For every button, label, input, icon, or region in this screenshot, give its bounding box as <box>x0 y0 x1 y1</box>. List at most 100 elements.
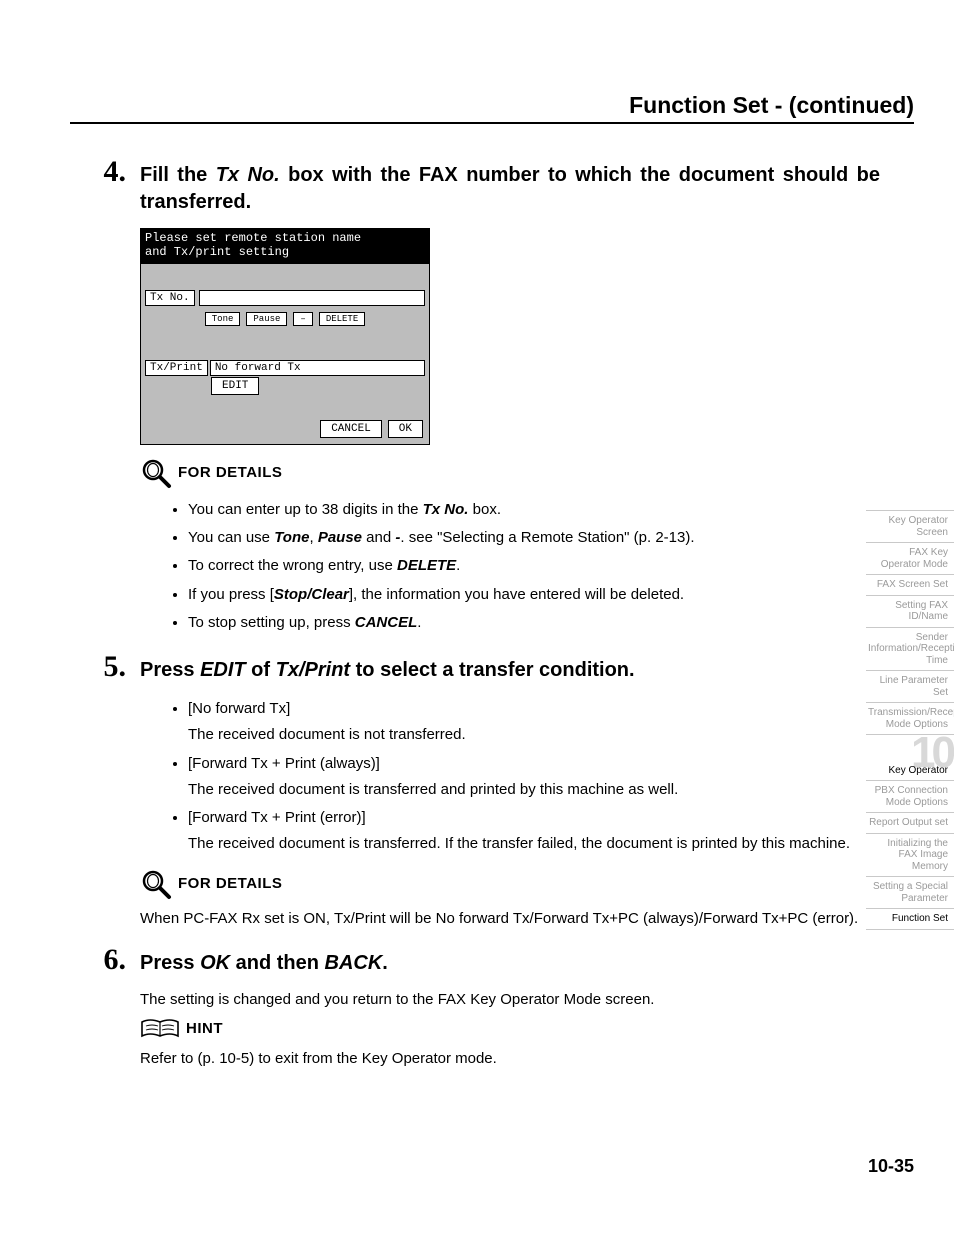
ok-button[interactable]: OK <box>388 420 423 438</box>
text-emph: CANCEL <box>355 614 418 631</box>
text: If you press [ <box>188 586 274 603</box>
step-5-number: 5. <box>88 650 140 684</box>
text: box. <box>468 501 501 518</box>
tone-button[interactable]: Tone <box>205 312 241 326</box>
hint-paragraph: Refer to (p. 10-5) to exit from the Key … <box>140 1048 880 1069</box>
step-5: 5. Press EDIT of Tx/Print to select a tr… <box>140 650 880 929</box>
chapter-label: Key Operator <box>889 765 948 776</box>
sidebar-chapter-tab[interactable]: 10 Key Operator <box>866 734 954 780</box>
text: and then <box>230 952 324 974</box>
option-body: The received document is transferred. If… <box>188 831 880 857</box>
hint-heading: HINT <box>140 1018 880 1040</box>
text: . <box>417 614 421 631</box>
text-emph: Tx/Print <box>276 659 350 681</box>
header-rule <box>70 122 914 124</box>
option-head: [No forward Tx] <box>188 700 290 717</box>
sidebar-tab[interactable]: Initializing the FAX Image Memory <box>866 833 954 877</box>
text-emph: Tx No. <box>423 501 469 518</box>
options-list-5: [No forward Tx] The received document is… <box>140 696 880 858</box>
details-list-4: You can enter up to 38 digits in the Tx … <box>140 497 880 636</box>
sidebar-tab[interactable]: Sender Information/Reception Time <box>866 627 954 671</box>
edit-button[interactable]: EDIT <box>211 377 259 395</box>
txno-input[interactable] <box>199 290 425 306</box>
option-body: The received document is transferred and… <box>188 777 880 803</box>
magnifier-icon <box>140 457 172 489</box>
sidebar-tab[interactable]: Setting a Special Parameter <box>866 876 954 908</box>
text: To correct the wrong entry, use <box>188 557 397 574</box>
text-emph: DELETE <box>397 557 456 574</box>
text: Fill the <box>140 164 216 186</box>
sidebar-tab[interactable]: FAX Screen Set <box>866 574 954 595</box>
page-header-title: Function Set - (continued) <box>629 92 914 119</box>
option-head: [Forward Tx + Print (always)] <box>188 755 380 772</box>
txno-label: Tx No. <box>145 290 195 306</box>
text-emph: Tx No. <box>216 164 280 186</box>
text-emph: Tone <box>274 529 309 546</box>
for-details-label: FOR DETAILS <box>178 875 282 892</box>
text-emph: EDIT <box>200 659 246 681</box>
page-number: 10-35 <box>868 1156 914 1177</box>
sidebar-tab[interactable]: Key Operator Screen <box>866 510 954 542</box>
ui-instruction-line2: and Tx/print setting <box>145 245 425 259</box>
for-details-heading: FOR DETAILS <box>140 868 880 900</box>
for-details-heading: FOR DETAILS <box>140 457 880 489</box>
txprint-value: No forward Tx <box>210 360 425 376</box>
list-item: To correct the wrong entry, use DELETE. <box>188 553 880 579</box>
text-emph: OK <box>200 952 230 974</box>
text: Press <box>140 659 200 681</box>
step-4: 4. Fill the Tx No. box with the FAX numb… <box>140 155 880 636</box>
step-6-paragraph: The setting is changed and you return to… <box>140 989 880 1010</box>
sidebar-tab[interactable]: Setting FAX ID/Name <box>866 595 954 627</box>
step-4-title: Fill the Tx No. box with the FAX number … <box>140 162 880 216</box>
details-paragraph-5: When PC-FAX Rx set is ON, Tx/Print will … <box>140 908 880 929</box>
book-icon <box>140 1018 180 1040</box>
delete-button[interactable]: DELETE <box>319 312 365 326</box>
text: . <box>382 952 388 974</box>
step-6: 6. Press OK and then BACK. The setting i… <box>140 943 880 1069</box>
ui-screenshot: Please set remote station name and Tx/pr… <box>140 228 430 445</box>
text-emph: Stop/Clear <box>274 586 349 603</box>
sidebar-tab[interactable]: Report Output set <box>866 812 954 833</box>
text-emph: BACK <box>325 952 383 974</box>
text: To stop setting up, press <box>188 614 355 631</box>
text: Press <box>140 952 200 974</box>
text: and <box>362 529 395 546</box>
magnifier-icon <box>140 868 172 900</box>
text-emph: Pause <box>318 529 362 546</box>
list-item: [Forward Tx + Print (error)] The receive… <box>188 805 880 858</box>
list-item: You can enter up to 38 digits in the Tx … <box>188 497 880 523</box>
hint-label: HINT <box>186 1020 223 1037</box>
main-content: 4. Fill the Tx No. box with the FAX numb… <box>140 155 880 1083</box>
dash-button[interactable]: – <box>293 312 312 326</box>
sidebar-tab-active[interactable]: Function Set <box>866 908 954 930</box>
list-item: You can use Tone, Pause and -. see "Sele… <box>188 525 880 551</box>
option-head: [Forward Tx + Print (error)] <box>188 809 366 826</box>
text: . <box>456 557 460 574</box>
sidebar-tabs: Key Operator Screen FAX Key Operator Mod… <box>866 510 954 930</box>
sidebar-tab[interactable]: PBX Connection Mode Options <box>866 780 954 812</box>
list-item: If you press [Stop/Clear], the informati… <box>188 582 880 608</box>
txprint-label: Tx/Print <box>145 360 208 376</box>
text: to select a transfer condition. <box>350 659 635 681</box>
list-item: [No forward Tx] The received document is… <box>188 696 880 749</box>
text: of <box>246 659 276 681</box>
ui-instruction-line1: Please set remote station name <box>145 231 425 245</box>
list-item: To stop setting up, press CANCEL. <box>188 610 880 636</box>
sidebar-tab[interactable]: Line Parameter Set <box>866 670 954 702</box>
step-5-title: Press EDIT of Tx/Print to select a trans… <box>140 657 635 684</box>
list-item: [Forward Tx + Print (always)] The receiv… <box>188 751 880 804</box>
ui-instruction-bar: Please set remote station name and Tx/pr… <box>141 229 429 264</box>
text: , <box>309 529 317 546</box>
text: ], the information you have entered will… <box>349 586 684 603</box>
step-6-title: Press OK and then BACK. <box>140 950 388 977</box>
cancel-button[interactable]: CANCEL <box>320 420 382 438</box>
text: . see "Selecting a Remote Station" (p. 2… <box>400 529 694 546</box>
step-4-number: 4. <box>88 155 140 189</box>
option-body: The received document is not transferred… <box>188 722 880 748</box>
for-details-label: FOR DETAILS <box>178 464 282 481</box>
text: You can enter up to 38 digits in the <box>188 501 423 518</box>
step-6-number: 6. <box>88 943 140 977</box>
sidebar-tab[interactable]: FAX Key Operator Mode <box>866 542 954 574</box>
text: You can use <box>188 529 274 546</box>
pause-button[interactable]: Pause <box>246 312 287 326</box>
